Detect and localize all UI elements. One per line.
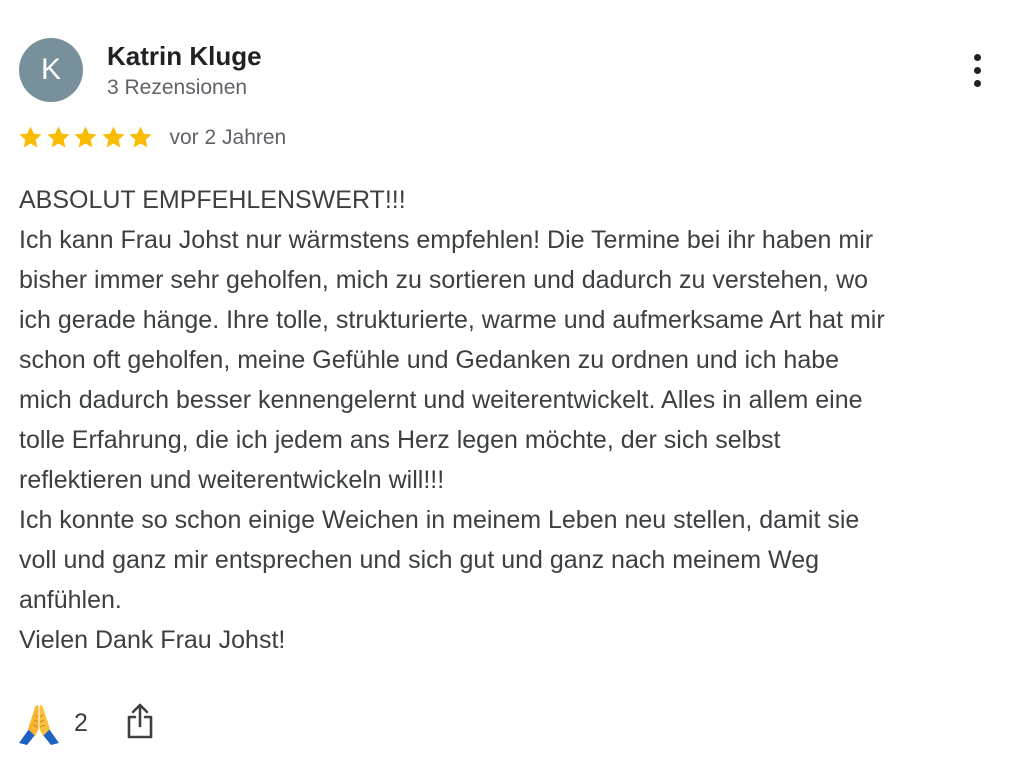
author-review-count: 3 Rezensionen — [107, 76, 248, 99]
star-icon — [127, 124, 154, 151]
more-vert-icon — [973, 53, 981, 87]
review-actions: 2 — [14, 698, 158, 748]
review-header: K Katrin Kluge 3 Rezensionen — [19, 38, 262, 102]
star-rating — [17, 124, 155, 151]
review-card: K Katrin Kluge 3 Rezensionen vor 2 Jahre… — [0, 0, 1026, 758]
more-options-button[interactable] — [960, 48, 994, 92]
review-text: ABSOLUT EMPFEHLENSWERT!!! Ich kann Frau … — [19, 186, 885, 654]
avatar[interactable]: K — [19, 38, 83, 102]
star-icon — [100, 124, 127, 151]
star-icon — [17, 124, 44, 151]
star-icon — [45, 124, 72, 151]
author-info: Katrin Kluge 3 Rezensionen — [107, 40, 262, 102]
review-date: vor 2 Jahren — [169, 125, 287, 149]
share-button[interactable] — [122, 701, 158, 745]
reaction-button[interactable]: 2 — [14, 698, 88, 748]
folded-hands-icon — [14, 698, 64, 748]
author-name[interactable]: Katrin Kluge — [107, 40, 262, 72]
reaction-count: 2 — [74, 708, 88, 737]
share-icon — [125, 702, 155, 745]
star-icon — [72, 124, 99, 151]
rating-row: vor 2 Jahren — [17, 124, 286, 151]
